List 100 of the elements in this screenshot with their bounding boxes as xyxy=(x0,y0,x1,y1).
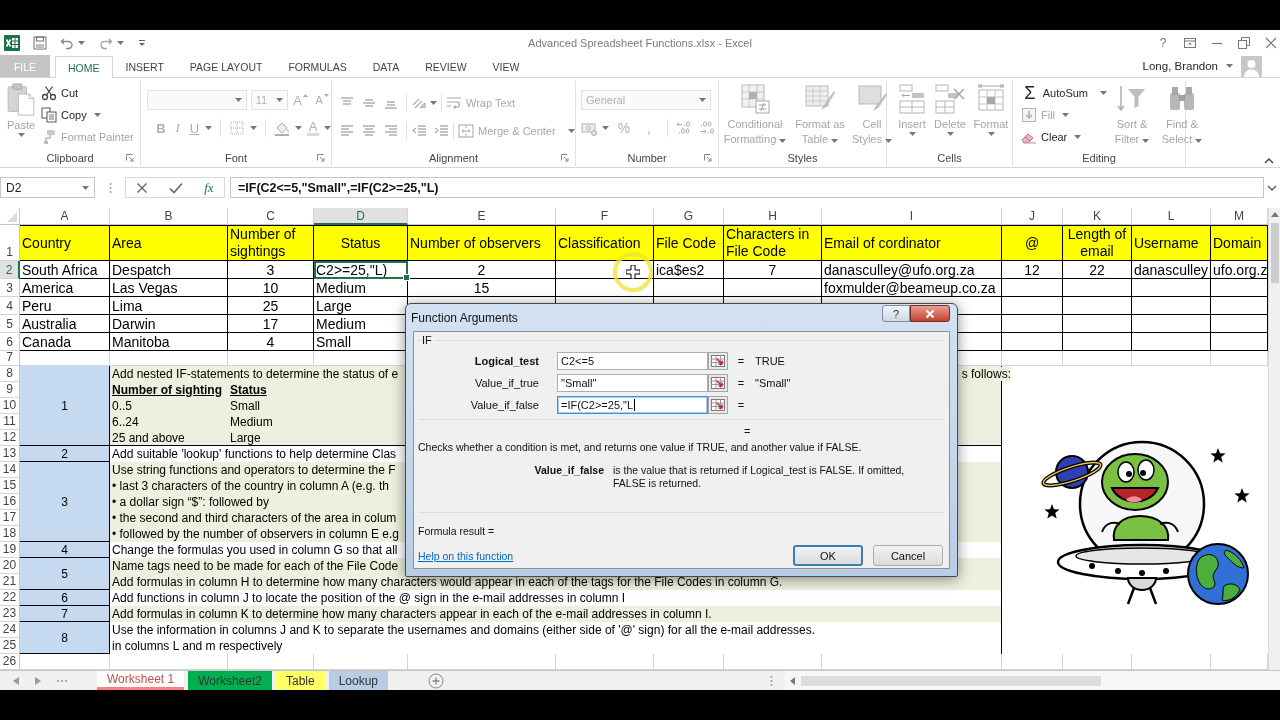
row-header[interactable]: 20 xyxy=(0,558,20,574)
column-header[interactable]: M xyxy=(1211,208,1268,225)
dialog-launcher-icon[interactable] xyxy=(561,154,569,162)
ribbon-tab[interactable]: REVIEW xyxy=(412,55,480,77)
row-header[interactable]: 12 xyxy=(0,430,20,446)
column-header[interactable]: I xyxy=(822,208,1002,225)
previous-sheet-icon[interactable] xyxy=(12,676,20,685)
column-header[interactable]: G xyxy=(654,208,724,225)
sheet-tab[interactable]: Worksheet 1 xyxy=(97,671,185,690)
sheet-tab[interactable]: Worksheet2 xyxy=(188,671,272,690)
row-header[interactable]: 8 xyxy=(0,366,20,382)
close-icon[interactable] xyxy=(1265,36,1277,49)
column-header[interactable]: E xyxy=(408,208,556,225)
row-header[interactable]: 21 xyxy=(0,574,20,590)
cancel-icon[interactable] xyxy=(136,181,149,194)
argument-field[interactable]: C2<=5 xyxy=(557,352,708,370)
row-header[interactable]: 2 xyxy=(0,261,20,279)
ribbon-tab[interactable]: INSERT xyxy=(112,55,177,77)
fill-handle[interactable] xyxy=(403,274,410,281)
column-header[interactable]: L xyxy=(1132,208,1211,225)
clear-button[interactable]: Clear xyxy=(1021,126,1107,148)
copy-button[interactable]: Copy xyxy=(41,104,134,126)
add-sheet-icon[interactable] xyxy=(428,672,445,689)
row-header[interactable]: 17 xyxy=(0,510,20,526)
scrollbar-thumb[interactable] xyxy=(1270,223,1279,283)
user-avatar-icon[interactable] xyxy=(1241,55,1262,77)
ribbon-display-options-icon[interactable] xyxy=(1184,36,1196,49)
table-cell: 12 xyxy=(1002,261,1063,279)
app-logo-icon[interactable] xyxy=(4,34,20,51)
help-button[interactable]: ? xyxy=(1157,35,1169,50)
dialog-launcher-icon[interactable] xyxy=(317,154,325,162)
collapse-dialog-button[interactable] xyxy=(708,374,728,392)
row-header[interactable]: 1 xyxy=(0,225,20,261)
scrollbar-thumb[interactable] xyxy=(801,675,1101,686)
select-all-icon[interactable] xyxy=(7,212,17,222)
column-header[interactable]: B xyxy=(110,208,228,225)
sheet-tab[interactable]: Lookup xyxy=(328,671,389,690)
help-button[interactable]: ? xyxy=(882,305,910,322)
check-icon[interactable] xyxy=(169,180,184,195)
argument-field[interactable]: =IF(C2>=25,"L xyxy=(557,396,708,414)
sheet-tab[interactable]: Table xyxy=(275,671,325,690)
row-header[interactable]: 5 xyxy=(0,315,20,333)
ribbon-tab[interactable]: DATA xyxy=(359,55,413,77)
ribbon-tab[interactable]: HOME xyxy=(55,56,113,78)
row-header[interactable]: 16 xyxy=(0,494,20,510)
ribbon-tab[interactable]: FORMULAS xyxy=(275,55,360,77)
next-sheet-icon[interactable] xyxy=(34,676,42,685)
caret-icon xyxy=(295,126,303,130)
scroll-left-icon[interactable] xyxy=(790,676,795,685)
user-name[interactable]: Long, Brandon xyxy=(1142,60,1218,72)
row-header[interactable]: 9 xyxy=(0,382,20,398)
column-header[interactable]: A xyxy=(20,208,110,225)
row-header[interactable]: 10 xyxy=(0,398,20,414)
column-header[interactable]: H xyxy=(724,208,822,225)
column-header[interactable]: J xyxy=(1002,208,1063,225)
column-header[interactable]: D xyxy=(314,208,408,225)
ribbon-tab[interactable]: VIEW xyxy=(479,55,533,77)
argument-field[interactable]: "Small" xyxy=(557,374,708,392)
save-icon[interactable] xyxy=(33,35,47,50)
collapse-dialog-button[interactable] xyxy=(708,352,728,370)
row-header[interactable]: 15 xyxy=(0,478,20,494)
row-header[interactable]: 14 xyxy=(0,462,20,478)
row-header[interactable]: 6 xyxy=(0,333,20,351)
row-header[interactable]: 23 xyxy=(0,606,20,622)
row-header[interactable]: 11 xyxy=(0,414,20,430)
close-button[interactable] xyxy=(910,305,950,322)
row-header[interactable]: 25 xyxy=(0,638,20,654)
cancel-button[interactable]: Cancel xyxy=(873,545,943,566)
row-header[interactable]: 18 xyxy=(0,526,20,542)
splitter-handle-icon[interactable] xyxy=(770,674,773,687)
collapse-dialog-button[interactable] xyxy=(708,396,728,414)
cut-button[interactable]: Cut xyxy=(41,82,134,104)
vertical-scrollbar[interactable] xyxy=(1268,208,1280,670)
collapse-ribbon-icon[interactable] xyxy=(1264,158,1274,164)
row-header[interactable]: 19 xyxy=(0,542,20,558)
column-header[interactable]: F xyxy=(556,208,654,225)
row-header[interactable]: 13 xyxy=(0,446,20,462)
column-header[interactable]: K xyxy=(1063,208,1132,225)
customize-toolbar-icon[interactable] xyxy=(138,38,146,47)
expand-formula-bar-icon[interactable] xyxy=(1267,184,1277,191)
autosum-button[interactable]: Σ AutoSum xyxy=(1021,82,1107,104)
row-header[interactable]: 24 xyxy=(0,622,20,638)
dialog-launcher-icon[interactable] xyxy=(126,154,134,162)
ribbon-tab[interactable]: PAGE LAYOUT xyxy=(176,55,276,77)
row-header[interactable]: 4 xyxy=(0,297,20,315)
row-header[interactable]: 26 xyxy=(0,654,20,670)
scroll-up-icon[interactable] xyxy=(1270,212,1279,217)
formula-field[interactable]: =IF(C2<=5,"Small",=IF(C2>=25,"L) xyxy=(230,177,1264,198)
horizontal-scrollbar[interactable] xyxy=(785,671,1280,690)
ok-button[interactable]: OK xyxy=(793,545,863,566)
insert-function-button[interactable]: fx xyxy=(204,179,214,196)
column-header[interactable]: C xyxy=(228,208,314,225)
row-header[interactable]: 7 xyxy=(0,351,20,366)
name-box[interactable]: D2 xyxy=(0,177,95,198)
dialog-launcher-icon[interactable] xyxy=(704,154,712,162)
restore-icon[interactable] xyxy=(1238,36,1250,49)
help-link[interactable]: Help on this function xyxy=(418,549,514,562)
row-header[interactable]: 22 xyxy=(0,590,20,606)
drag-handle-icon[interactable] xyxy=(108,181,112,194)
row-header[interactable]: 3 xyxy=(0,279,20,297)
